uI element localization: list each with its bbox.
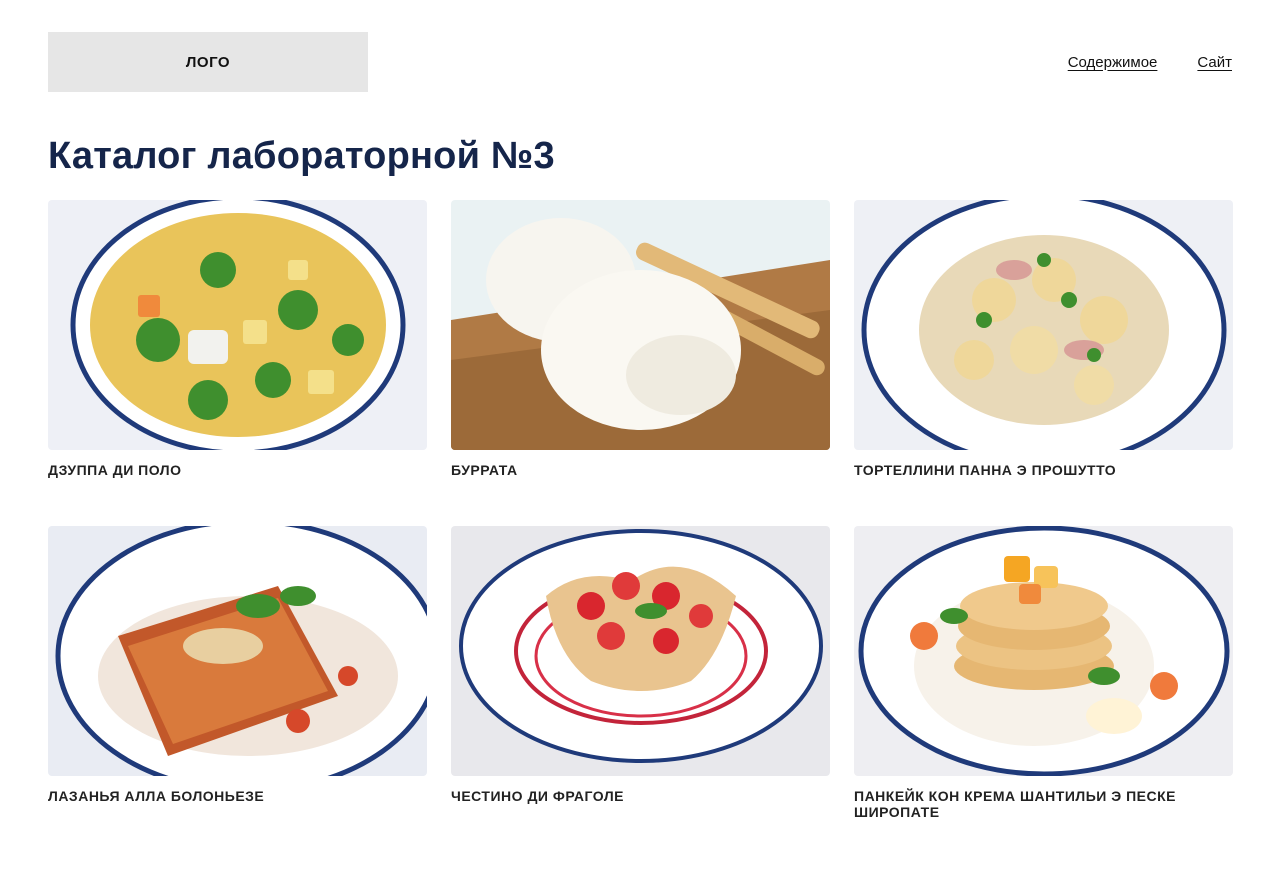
nav-link-site[interactable]: Сайт [1197, 54, 1232, 71]
page-title: Каталог лабораторной №3 [48, 135, 555, 177]
dish-name: ТОРТЕЛЛИНИ ПАННА Э ПРОШУТТО [854, 462, 1117, 478]
strawberry-dessert-dish-image[interactable] [451, 526, 830, 776]
tortellini-dish-image[interactable] [854, 200, 1233, 450]
dish-name: ДЗУППА ДИ ПОЛО [48, 462, 182, 478]
pancake-dish-image[interactable] [854, 526, 1233, 776]
catalog-card[interactable]: ЛАЗАНЬЯ АЛЛА БОЛОНЬЕЗЕ [48, 526, 427, 852]
dish-name: ЛАЗАНЬЯ АЛЛА БОЛОНЬЕЗЕ [48, 788, 265, 804]
logo[interactable]: ЛОГО [48, 32, 368, 92]
dish-name: ЧЕСТИНО ДИ ФРАГОЛЕ [451, 788, 624, 804]
top-nav: Содержимое Сайт [1068, 32, 1232, 92]
catalog-grid: ДЗУППА ДИ ПОЛО БУРРАТА ТОРТЕЛЛИНИ ПАННА … [48, 200, 1233, 852]
header: ЛОГО Содержимое Сайт [48, 32, 1232, 92]
catalog-card[interactable]: ТОРТЕЛЛИНИ ПАННА Э ПРОШУТТО [854, 200, 1233, 526]
catalog-card[interactable]: БУРРАТА [451, 200, 830, 526]
lasagna-dish-image[interactable] [48, 526, 427, 776]
dish-name: ПАНКЕЙК КОН КРЕМА ШАНТИЛЬИ Э ПЕСКЕ ШИРОП… [854, 788, 1176, 820]
catalog-card[interactable]: ДЗУППА ДИ ПОЛО [48, 200, 427, 526]
catalog-card[interactable]: ПАНКЕЙК КОН КРЕМА ШАНТИЛЬИ Э ПЕСКЕ ШИРОП… [854, 526, 1233, 852]
burrata-dish-image[interactable] [451, 200, 830, 450]
dish-name: БУРРАТА [451, 462, 518, 478]
soup-dish-image[interactable] [48, 200, 427, 450]
catalog-card[interactable]: ЧЕСТИНО ДИ ФРАГОЛЕ [451, 526, 830, 852]
nav-link-contents[interactable]: Содержимое [1068, 54, 1158, 71]
